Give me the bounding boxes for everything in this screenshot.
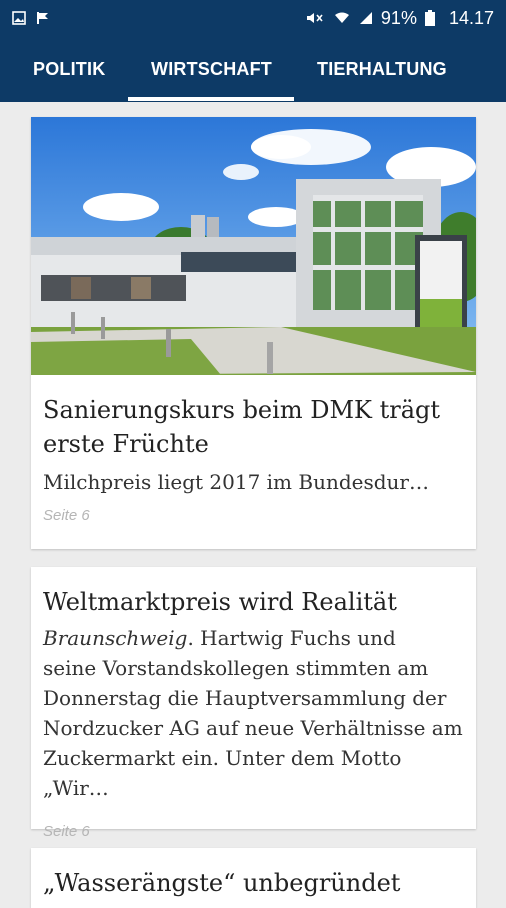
excerpt-line: . Hartwig Fuchs und (187, 626, 396, 650)
excerpt-line: Nordzucker AG auf neue Verhältnisse am (43, 716, 463, 740)
status-right: 91% 14.17 (305, 8, 494, 29)
tab-tierhaltung[interactable]: TIERHALTUNG (317, 36, 447, 102)
page-reference: Seite 6 (43, 507, 90, 524)
article-excerpt: Braunschweig. Hartwig Fuchs und seine Vo… (43, 623, 464, 803)
flag-icon (37, 12, 48, 24)
article-headline: Weltmarktpreis wird Realität (43, 588, 397, 616)
article-card[interactable]: Sanierungskurs beim DMK trägt erste Früc… (31, 117, 476, 549)
article-headline: Sanierungskurs beim DMK trägt erste Früc… (43, 393, 464, 461)
article-card[interactable]: Weltmarktpreis wird Realität Braunschwei… (31, 567, 476, 840)
status-bar: 91% 14.17 (0, 0, 506, 36)
battery-percent: 91% (380, 7, 417, 28)
image-icon (12, 11, 26, 25)
article-location: Braunschweig (43, 626, 188, 650)
mute-icon (306, 13, 323, 23)
clock: 14.17 (448, 7, 494, 28)
article-excerpt: Milchpreis liegt 2017 im Bundesdur… (43, 470, 429, 494)
signal-icon (359, 12, 372, 24)
article-image (31, 117, 476, 375)
excerpt-line: seine Vorstandskollegen stimmten am (43, 656, 429, 680)
status-left (12, 11, 50, 25)
headline-line: Sanierungskurs beim DMK trägt (43, 396, 441, 424)
active-tab-indicator (128, 97, 294, 101)
tab-politik[interactable]: POLITIK (33, 36, 105, 102)
article-card[interactable]: „Wasserängste“ unbegründet (31, 848, 476, 908)
section-tabs: POLITIK WIRTSCHAFT TIERHALTUNG (0, 36, 506, 102)
battery-icon (424, 10, 435, 26)
page-reference: Seite 6 (43, 823, 90, 840)
tab-wirtschaft[interactable]: WIRTSCHAFT (151, 36, 272, 102)
article-headline: „Wasserängste“ unbegründet (43, 869, 401, 897)
excerpt-line: Zuckermarkt ein. Unter dem Motto „Wir… (43, 746, 402, 800)
excerpt-line: Donnerstag die Hauptversammlung der (43, 686, 447, 710)
wifi-icon (334, 12, 349, 23)
headline-line: erste Früchte (43, 430, 209, 458)
